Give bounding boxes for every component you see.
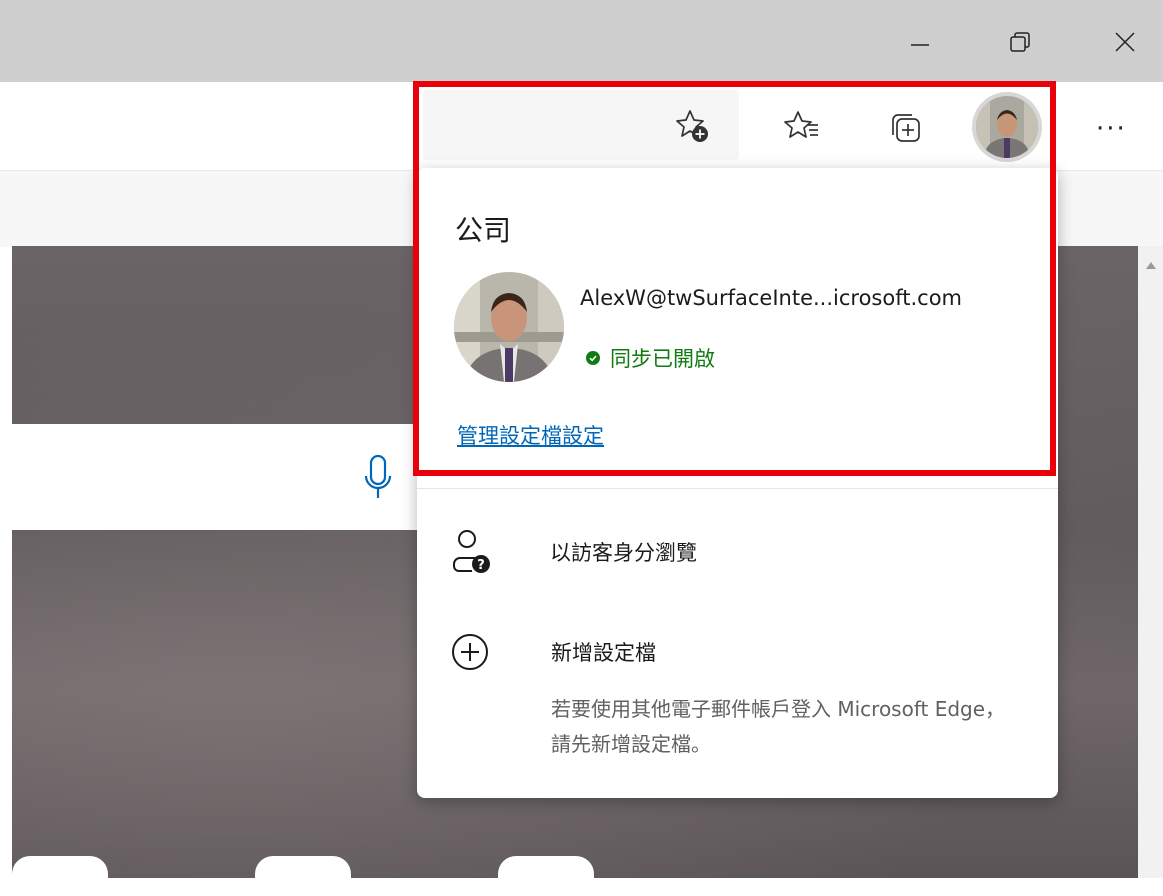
- svg-text:?: ?: [477, 558, 485, 573]
- title-bar: [0, 0, 1163, 82]
- favorites-button[interactable]: [780, 104, 824, 148]
- profile-photo-icon: [454, 272, 564, 382]
- add-profile-label: 新增設定檔: [551, 641, 656, 665]
- checkmark-icon: [586, 351, 600, 365]
- close-button[interactable]: [1095, 20, 1155, 64]
- close-icon: [1115, 32, 1135, 52]
- restore-button[interactable]: [990, 20, 1050, 64]
- scroll-up-arrow-icon[interactable]: [1146, 262, 1156, 269]
- collections-icon: [892, 114, 920, 142]
- minimize-button[interactable]: [890, 20, 950, 64]
- browse-as-guest-item[interactable]: ? 以訪客身分瀏覽: [450, 528, 697, 576]
- manage-profile-settings-link[interactable]: 管理設定檔設定: [457, 420, 604, 450]
- sync-status-text: 同步已開啟: [610, 347, 715, 371]
- add-circle-icon: [452, 634, 488, 670]
- favorites-icon: [784, 111, 818, 138]
- organization-name: 公司: [455, 214, 512, 247]
- quick-link-tile[interactable]: [255, 856, 351, 896]
- scrollbar[interactable]: [1138, 246, 1163, 878]
- account-email: AlexW@twSurfaceInte...icrosoft.com: [580, 286, 963, 310]
- profile-button[interactable]: [972, 92, 1042, 162]
- profile-avatar-icon: [976, 96, 1038, 158]
- sync-status: 同步已開啟: [586, 343, 715, 373]
- add-favorite-icon: [676, 110, 708, 142]
- quick-link-tile[interactable]: [498, 856, 594, 896]
- add-profile-item[interactable]: 新增設定檔: [450, 630, 656, 674]
- voice-search-button[interactable]: [362, 452, 394, 508]
- divider: [417, 488, 1058, 489]
- quick-link-tile[interactable]: [12, 856, 108, 896]
- restore-icon: [1010, 32, 1030, 52]
- guest-icon: ?: [453, 530, 490, 573]
- minimize-icon: [911, 44, 929, 46]
- settings-and-more-button[interactable]: ···: [1096, 114, 1127, 144]
- add-favorite-button[interactable]: [670, 104, 714, 148]
- add-profile-description: 若要使用其他電子郵件帳戶登入 Microsoft Edge，請先新增設定檔。: [551, 697, 1006, 756]
- microphone-icon: [364, 454, 392, 498]
- browse-as-guest-label: 以訪客身分瀏覽: [550, 541, 697, 565]
- profile-picture: [454, 272, 564, 382]
- collections-button[interactable]: [884, 106, 928, 150]
